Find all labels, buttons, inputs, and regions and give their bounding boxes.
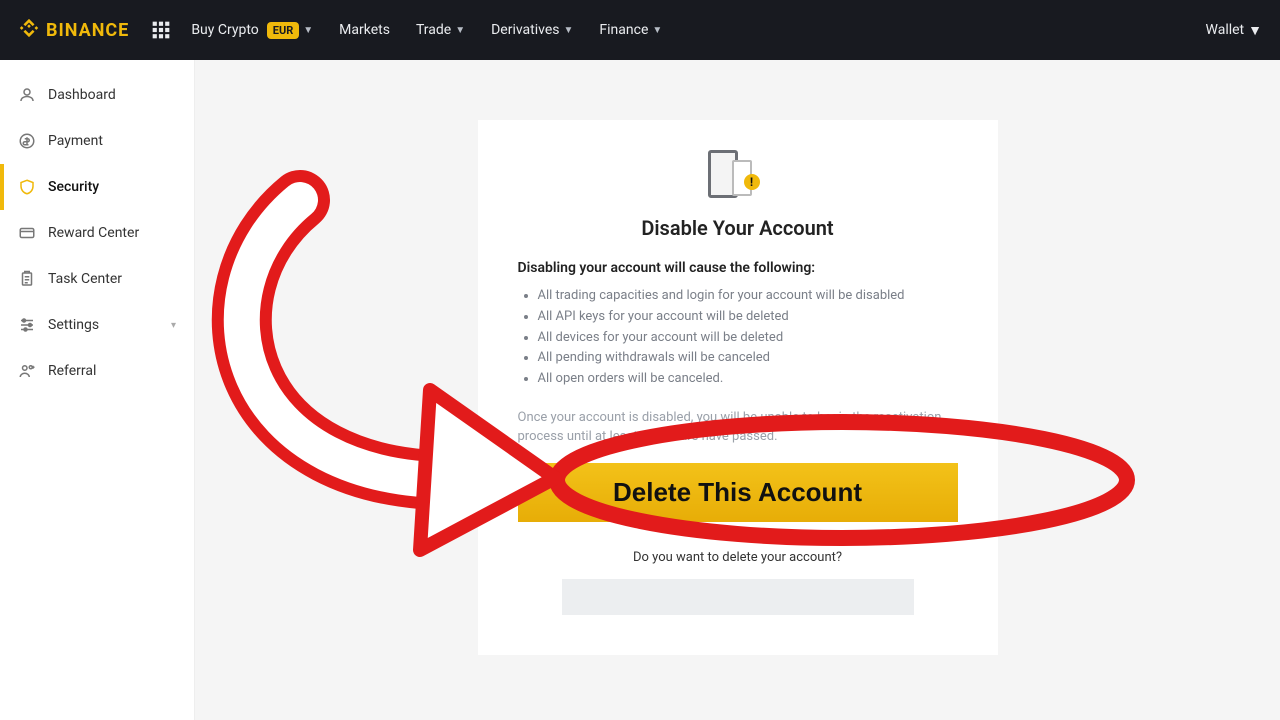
nav-trade[interactable]: Trade ▼: [416, 22, 465, 38]
sidebar-item-label: Task Center: [48, 271, 122, 287]
sidebar-item-label: Payment: [48, 133, 103, 149]
confirm-question: Do you want to delete your account?: [518, 550, 958, 565]
delete-account-button[interactable]: Delete This Account: [518, 463, 958, 522]
currency-badge: EUR: [267, 22, 300, 39]
main: ! Disable Your Account Disabling your ac…: [195, 60, 1280, 720]
nav-buy-crypto[interactable]: Buy Crypto EUR ▼: [191, 22, 313, 39]
nav-label: Derivatives: [491, 22, 559, 38]
sidebar: Dashboard Payment Security Reward Center: [0, 60, 195, 720]
nav-wallet[interactable]: Wallet ▼: [1206, 22, 1262, 39]
binance-logo-icon: [18, 17, 40, 44]
dashboard-icon: [18, 86, 36, 104]
consequence-list: All trading capacities and login for you…: [518, 286, 958, 390]
sidebar-item-dashboard[interactable]: Dashboard: [0, 72, 194, 118]
apps-grid-icon[interactable]: [151, 20, 171, 40]
nav-label: Markets: [339, 22, 390, 38]
sidebar-item-label: Security: [48, 179, 99, 195]
sliders-icon: [18, 316, 36, 334]
nav-label: Finance: [599, 22, 648, 38]
payment-icon: [18, 132, 36, 150]
chevron-down-icon: ▼: [1248, 22, 1262, 39]
secondary-button[interactable]: [562, 579, 914, 615]
sidebar-item-label: Referral: [48, 363, 96, 379]
disable-account-card: ! Disable Your Account Disabling your ac…: [478, 120, 998, 655]
referral-icon: [18, 362, 36, 380]
list-item: All pending withdrawals will be canceled: [538, 348, 958, 369]
chevron-down-icon: ▼: [563, 25, 573, 36]
brand-logo[interactable]: BINANCE: [18, 17, 129, 44]
brand-name: BINANCE: [46, 20, 129, 41]
ticket-icon: [18, 224, 36, 242]
sidebar-item-task-center[interactable]: Task Center: [0, 256, 194, 302]
reactivation-note: Once your account is disabled, you will …: [518, 408, 958, 447]
list-item: All open orders will be canceled.: [538, 369, 958, 390]
list-item: All devices for your account will be del…: [538, 328, 958, 349]
clipboard-icon: [18, 270, 36, 288]
topbar: BINANCE Buy Crypto EUR ▼ Markets Trade ▼…: [0, 0, 1280, 60]
chevron-down-icon: ▾: [171, 320, 176, 331]
nav-label: Buy Crypto: [191, 22, 258, 38]
nav-finance[interactable]: Finance ▼: [599, 22, 662, 38]
nav-derivatives[interactable]: Derivatives ▼: [491, 22, 573, 38]
list-item: All trading capacities and login for you…: [538, 286, 958, 307]
sidebar-item-label: Settings: [48, 317, 99, 333]
sidebar-item-security[interactable]: Security: [0, 164, 194, 210]
chevron-down-icon: ▼: [455, 25, 465, 36]
sidebar-item-label: Dashboard: [48, 87, 116, 103]
sidebar-item-settings[interactable]: Settings ▾: [0, 302, 194, 348]
card-lead: Disabling your account will cause the fo…: [518, 260, 958, 276]
card-title: Disable Your Account: [518, 216, 958, 240]
list-item: All API keys for your account will be de…: [538, 307, 958, 328]
chevron-down-icon: ▼: [303, 25, 313, 36]
layout: Dashboard Payment Security Reward Center: [0, 60, 1280, 720]
shield-icon: [18, 178, 36, 196]
nav-label: Wallet: [1206, 22, 1245, 38]
sidebar-item-label: Reward Center: [48, 225, 139, 241]
chevron-down-icon: ▼: [652, 25, 662, 36]
sidebar-item-payment[interactable]: Payment: [0, 118, 194, 164]
nav-label: Trade: [416, 22, 451, 38]
sidebar-item-reward-center[interactable]: Reward Center: [0, 210, 194, 256]
sidebar-item-referral[interactable]: Referral: [0, 348, 194, 394]
device-warning-icon: !: [518, 150, 958, 198]
nav-markets[interactable]: Markets: [339, 22, 390, 38]
